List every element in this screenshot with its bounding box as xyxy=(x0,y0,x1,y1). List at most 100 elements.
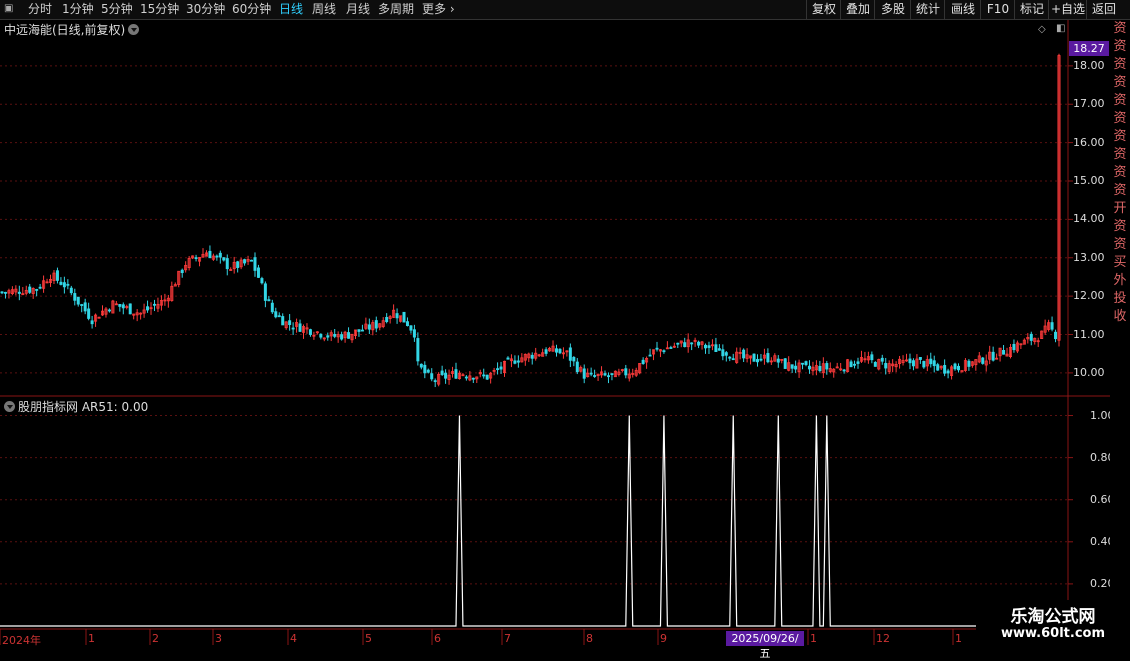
candle-body xyxy=(932,360,936,367)
date-tick-label: 1 xyxy=(955,632,962,645)
info-strip-char: 开 xyxy=(1113,201,1127,216)
candle-body xyxy=(482,374,486,377)
candle-body xyxy=(423,364,427,374)
info-strip-char: 资 xyxy=(1113,75,1127,90)
candle-body xyxy=(783,358,787,369)
candle-body xyxy=(433,380,437,383)
candle-body xyxy=(624,368,628,376)
candle-body xyxy=(610,373,614,375)
candle-body xyxy=(752,353,756,362)
candle-body xyxy=(849,361,853,368)
date-tick-label: 7 xyxy=(504,632,511,645)
candle-body xyxy=(884,363,888,369)
candle-body xyxy=(568,347,572,361)
candle-body xyxy=(946,370,950,374)
candle-body xyxy=(655,347,659,350)
candle-body xyxy=(80,304,84,306)
candle-body xyxy=(319,333,323,338)
last-price-tag: 18.27 xyxy=(1069,41,1109,56)
candle-body xyxy=(412,329,416,338)
candle-body xyxy=(669,347,673,349)
candle-body xyxy=(298,323,302,332)
price-tick-label: 11.00 xyxy=(1073,327,1105,341)
candle-body xyxy=(28,286,32,293)
candle-body xyxy=(717,348,721,351)
info-strip-char: 资 xyxy=(1113,183,1127,198)
indicator-formula-label: 股朋指标网 AR51: 0.00 xyxy=(18,400,149,414)
info-strip-char: 资 xyxy=(1113,111,1127,126)
candle-body xyxy=(374,320,378,329)
candle-body xyxy=(496,368,500,371)
candle-body xyxy=(485,374,489,380)
candle-body xyxy=(731,358,735,361)
candle-body xyxy=(454,369,458,379)
candle-body xyxy=(194,257,198,260)
date-tick-label: 1 xyxy=(810,632,817,645)
candle-body xyxy=(395,313,399,319)
candle-body xyxy=(755,359,759,363)
candle-body xyxy=(873,362,877,367)
candle-body xyxy=(676,342,680,345)
candle-body xyxy=(981,357,985,364)
candle-body xyxy=(66,283,70,286)
candle-body xyxy=(59,281,63,285)
candle-body xyxy=(1012,343,1016,351)
date-tick-label: 2 xyxy=(152,632,159,645)
info-strip-char: 外 xyxy=(1113,273,1127,288)
candle-body xyxy=(759,358,763,361)
candle-body xyxy=(807,365,811,370)
candle-body xyxy=(267,299,271,302)
candle-body xyxy=(714,344,718,352)
candle-body xyxy=(35,289,39,291)
candle-body xyxy=(575,361,579,373)
crosshair-date-tag: 2025/09/26/五 xyxy=(726,631,804,660)
candle-body xyxy=(582,368,586,379)
candle-body xyxy=(360,329,364,332)
candle-body xyxy=(87,308,91,319)
chevron-down-icon[interactable] xyxy=(4,401,15,412)
candle-body xyxy=(641,359,645,364)
indicator-title[interactable]: 股朋指标网 AR51: 0.00 xyxy=(4,398,148,415)
candle-body xyxy=(73,293,77,301)
info-strip-char: 资 xyxy=(1113,147,1127,162)
candle-body xyxy=(662,350,666,353)
candle-body xyxy=(929,358,933,365)
candle-body xyxy=(1002,350,1006,355)
candle-body xyxy=(697,341,701,346)
candle-body xyxy=(308,329,312,335)
candle-body xyxy=(516,360,520,363)
candle-body xyxy=(856,361,860,364)
candle-body xyxy=(426,369,430,373)
candle-body xyxy=(180,269,184,274)
candle-body xyxy=(880,357,884,362)
date-tick-label: 12 xyxy=(876,632,890,645)
candle-body xyxy=(107,309,111,312)
candle-body xyxy=(90,320,94,325)
candle-body xyxy=(236,261,240,268)
candle-body xyxy=(333,334,337,337)
chart-canvas[interactable] xyxy=(0,0,1130,650)
price-tick-label: 10.00 xyxy=(1073,365,1105,379)
candle-body xyxy=(721,349,725,357)
candle-body xyxy=(256,267,260,278)
candle-body xyxy=(801,362,805,365)
candle-body xyxy=(128,303,132,315)
candle-body xyxy=(818,365,822,372)
candle-body xyxy=(953,363,957,370)
candle-body xyxy=(250,259,254,262)
candle-body xyxy=(385,316,389,323)
candle-body xyxy=(776,358,780,363)
candle-body xyxy=(471,377,475,380)
info-strip-char: 买 xyxy=(1113,255,1127,270)
candle-body xyxy=(853,363,857,366)
candle-body xyxy=(554,348,558,353)
candle-body xyxy=(936,364,940,371)
candle-body xyxy=(991,351,995,361)
candle-body xyxy=(922,361,926,368)
candle-body xyxy=(943,365,947,374)
candle-body xyxy=(870,354,874,361)
date-tick-label: 6 xyxy=(434,632,441,645)
candle-body xyxy=(83,302,87,312)
candle-body xyxy=(707,345,711,348)
info-strip-char: 资 xyxy=(1113,39,1127,54)
